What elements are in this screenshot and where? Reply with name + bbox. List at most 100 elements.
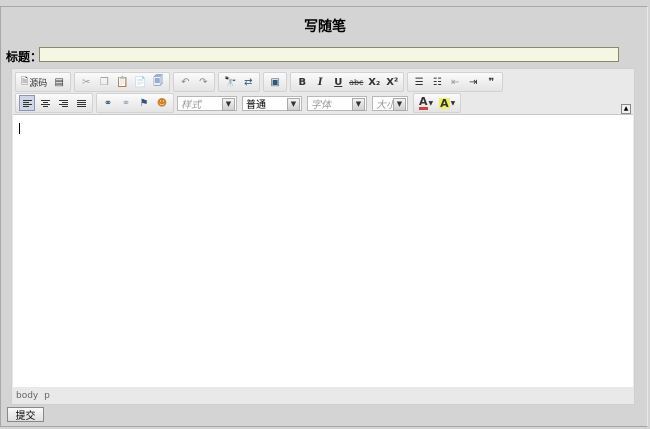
toolbar-group-colors: A ▼ A ▼	[413, 93, 462, 113]
anchor-icon: ⚑	[139, 97, 149, 109]
element-path-bar: body p	[16, 391, 53, 401]
bold-button[interactable]: B	[294, 74, 310, 90]
paste-icon: 📋	[116, 76, 129, 88]
toolbar-group-select: ▣	[263, 72, 288, 92]
collapse-toolbar-button[interactable]: ▲	[621, 104, 631, 114]
toolbar-group-links: ⚭ ⚭ ⚑ ☻	[96, 93, 174, 113]
indent-button[interactable]: ⇥	[465, 74, 481, 90]
italic-button[interactable]: I	[312, 74, 328, 90]
chevron-down-icon: ▼	[222, 97, 235, 111]
blockquote-icon: ❞	[488, 76, 495, 88]
source-button[interactable]: 🗎 源码	[19, 74, 49, 90]
font-combo[interactable]: 字体 ▼	[307, 95, 367, 111]
toolbar-row-2: ⚭ ⚭ ⚑ ☻ 样式 ▼ 普通 ▼ 字体 ▼ 大小 ▼ A ▼ A ▼	[15, 93, 464, 113]
cut-button[interactable]: ✂	[78, 74, 94, 90]
link-button[interactable]: ⚭	[100, 95, 116, 111]
style-combo[interactable]: 样式 ▼	[177, 95, 237, 111]
size-combo[interactable]: 大小 ▼	[372, 95, 408, 111]
text-color-icon: A	[419, 94, 428, 110]
toolbar-group-basicstyles: B I U abc X₂ X²	[290, 72, 405, 92]
ordered-list-icon: ☰	[414, 76, 424, 88]
text-color-button[interactable]: A ▼	[417, 95, 435, 111]
toolbar-group-find: 🔭 ⇄	[218, 72, 261, 92]
smiley-icon: ☻	[156, 97, 168, 109]
italic-icon: I	[317, 76, 323, 88]
smiley-button[interactable]: ☻	[154, 95, 170, 111]
chevron-down-icon: ▼	[352, 97, 365, 111]
underline-button[interactable]: U	[330, 74, 346, 90]
bg-color-icon: A	[439, 96, 450, 110]
chevron-down-icon: ▼	[428, 99, 434, 107]
replace-button[interactable]: ⇄	[240, 74, 256, 90]
align-center-button[interactable]	[37, 95, 53, 111]
link-icon: ⚭	[103, 97, 113, 109]
align-center-icon	[40, 99, 50, 108]
paste-text-button[interactable]: 📄	[132, 74, 148, 90]
bullet-list-button[interactable]: ☷	[429, 74, 445, 90]
chevron-down-icon: ▼	[450, 99, 456, 107]
toolbar-group-align	[15, 93, 93, 113]
align-right-icon	[58, 99, 68, 108]
redo-icon: ↷	[199, 76, 208, 88]
align-right-button[interactable]	[55, 95, 71, 111]
align-left-button[interactable]	[19, 95, 35, 111]
undo-icon: ↶	[181, 76, 190, 88]
source-icon: 🗎	[21, 77, 29, 87]
subscript-button[interactable]: X₂	[366, 74, 382, 90]
align-justify-icon	[76, 99, 86, 108]
align-justify-button[interactable]	[73, 95, 89, 111]
format-combo-label: 普通	[246, 99, 266, 111]
redo-button[interactable]: ↷	[195, 74, 211, 90]
underline-icon: U	[334, 76, 343, 88]
indent-icon: ⇥	[469, 76, 478, 88]
toolbar-group-document: 🗎 源码 ▤	[15, 72, 72, 92]
paste-word-icon: 🗐	[153, 75, 164, 87]
align-left-icon	[22, 99, 32, 108]
rich-text-editor: 🗎 源码 ▤ ✂ ❐ 📋 📄 🗐 ↶ ↷ 🔭 ⇄ ▣ B I U abc X₂ …	[11, 68, 635, 405]
path-item-body[interactable]: body	[16, 391, 38, 401]
outdent-button[interactable]: ⇤	[447, 74, 463, 90]
path-item-p[interactable]: p	[44, 391, 50, 401]
toolbar-row-1: 🗎 源码 ▤ ✂ ❐ 📋 📄 🗐 ↶ ↷ 🔭 ⇄ ▣ B I U abc X₂ …	[15, 72, 506, 92]
title-input[interactable]	[39, 47, 619, 62]
unlink-icon: ⚭	[121, 97, 131, 109]
anchor-button[interactable]: ⚑	[136, 95, 152, 111]
bullet-list-icon: ☷	[432, 76, 442, 88]
find-button[interactable]: 🔭	[222, 74, 238, 90]
blockquote-button[interactable]: ❞	[483, 74, 499, 90]
toolbar-group-lists: ☰ ☷ ⇤ ⇥ ❞	[407, 72, 504, 92]
format-combo[interactable]: 普通 ▼	[242, 95, 302, 111]
strike-button[interactable]: abc	[348, 74, 364, 90]
page-title: 写随笔	[304, 19, 346, 35]
template-button[interactable]: ▤	[51, 74, 67, 90]
select-all-button[interactable]: ▣	[267, 74, 283, 90]
ordered-list-button[interactable]: ☰	[411, 74, 427, 90]
undo-button[interactable]: ↶	[177, 74, 193, 90]
unlink-button[interactable]: ⚭	[118, 95, 134, 111]
text-caret	[19, 123, 20, 134]
style-combo-label: 样式	[181, 99, 201, 111]
font-combo-label: 字体	[311, 99, 331, 111]
collapse-icon: ▲	[623, 105, 629, 112]
title-label: 标题：	[6, 50, 43, 64]
strike-icon: abc	[349, 77, 364, 87]
replace-icon: ⇄	[244, 76, 253, 88]
editor-content-area[interactable]	[13, 114, 633, 387]
cut-icon: ✂	[82, 76, 91, 88]
select-all-icon: ▣	[270, 76, 280, 88]
submit-button[interactable]: 提交	[7, 407, 44, 422]
paste-button[interactable]: 📋	[114, 74, 130, 90]
toolbar-group-history: ↶ ↷	[173, 72, 216, 92]
superscript-icon: X²	[386, 76, 399, 88]
copy-button[interactable]: ❐	[96, 74, 112, 90]
copy-icon: ❐	[99, 76, 109, 88]
source-label: 源码	[29, 78, 48, 89]
template-icon: ▤	[54, 76, 64, 88]
chevron-down-icon: ▼	[393, 97, 406, 111]
paste-word-button[interactable]: 🗐	[150, 74, 166, 90]
paste-text-icon: 📄	[134, 76, 147, 88]
subscript-icon: X₂	[368, 76, 381, 88]
superscript-button[interactable]: X²	[384, 74, 400, 90]
chevron-down-icon: ▼	[287, 97, 300, 111]
bg-color-button[interactable]: A ▼	[437, 95, 457, 111]
